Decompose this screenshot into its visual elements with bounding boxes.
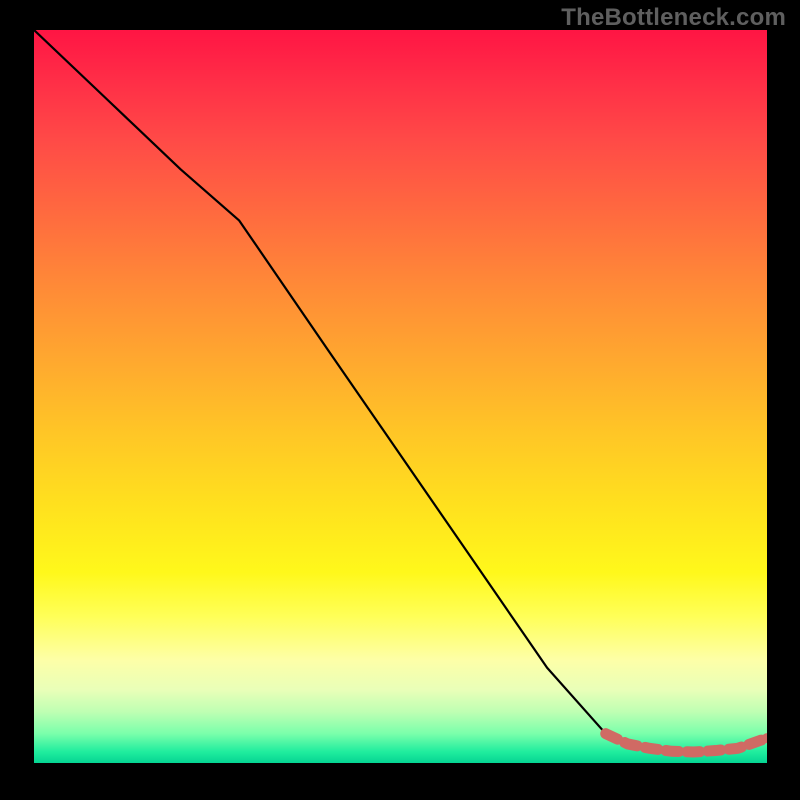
plot-area (34, 30, 767, 763)
watermark-label: TheBottleneck.com (561, 4, 786, 32)
chart-overlay (34, 30, 767, 763)
highlighted-range-markers (606, 734, 767, 752)
chart-container: TheBottleneck.com (0, 0, 800, 800)
bottleneck-curve-line (34, 30, 767, 752)
